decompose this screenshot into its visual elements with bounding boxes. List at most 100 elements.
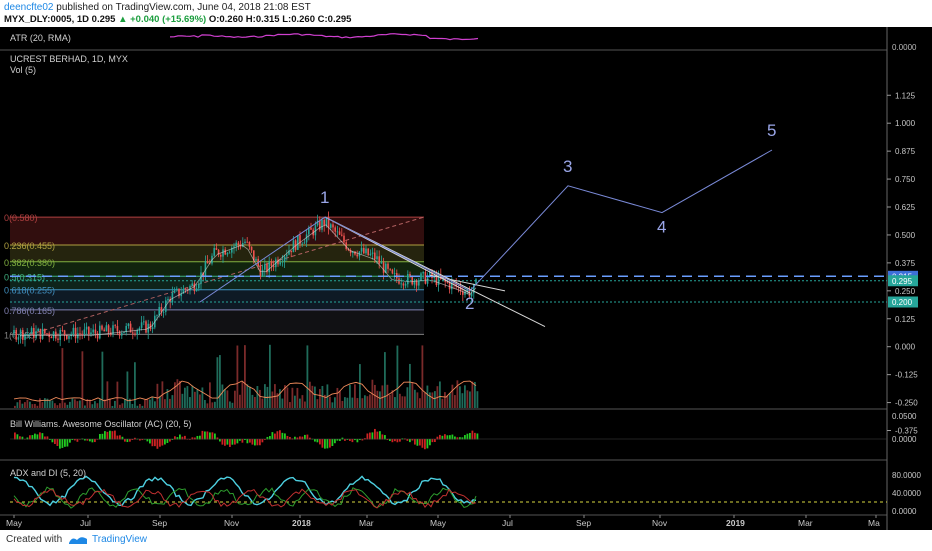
candle-body	[136, 330, 138, 335]
volume-bar	[384, 352, 386, 408]
volume-bar	[464, 385, 466, 408]
volume-bar	[421, 345, 424, 408]
volume-bar	[296, 387, 299, 408]
ao-bar	[226, 439, 229, 445]
volume-title: Vol (5)	[10, 65, 37, 75]
volume-bar	[321, 385, 324, 408]
candle-body	[270, 261, 273, 266]
adx-tick-label: 0.0000	[892, 507, 917, 516]
chart-canvas[interactable]: 0.0000 1.125 1.000 0.875 0.750 0.625 0.500 0.37…	[0, 27, 932, 530]
candle-body	[50, 336, 53, 339]
volume-bar	[189, 397, 191, 408]
volume-bar	[219, 355, 221, 408]
ao-bar	[214, 433, 216, 440]
volume-bar	[476, 391, 479, 408]
ao-bar	[414, 439, 416, 445]
candle-body	[184, 288, 187, 290]
volume-bar	[96, 403, 99, 408]
volume-bar	[466, 390, 469, 408]
ao-bar	[64, 439, 66, 447]
open-value: O:0.260	[208, 14, 244, 25]
volume-bar	[356, 398, 359, 408]
candle-body	[220, 254, 222, 257]
volume-bar	[164, 399, 166, 408]
volume-bar	[279, 389, 281, 408]
volume-bar	[301, 395, 304, 408]
candle-body	[68, 335, 70, 339]
volume-bar	[366, 396, 369, 408]
volume-bar	[406, 387, 409, 408]
candle-body	[244, 241, 246, 244]
volume-bar	[471, 381, 474, 408]
x-tick-label: 2019	[726, 518, 745, 528]
volume-bar	[379, 391, 381, 408]
volume-bar	[329, 396, 331, 408]
volume-bar	[246, 384, 249, 408]
volume-bar	[254, 396, 256, 408]
ao-bar	[469, 432, 471, 440]
ao-bar	[204, 431, 206, 440]
ao-bar	[394, 439, 396, 442]
ao-bar	[249, 439, 251, 443]
volume-bar	[311, 385, 314, 408]
chart-area[interactable]: 0.0000 1.125 1.000 0.875 0.750 0.625 0.500 0.37…	[0, 27, 932, 530]
volume-bar	[19, 399, 21, 408]
adx-line	[13, 475, 477, 507]
volume-bar	[331, 402, 334, 408]
volume-bar	[91, 404, 94, 408]
ao-tick-label: 0.0500	[892, 412, 917, 421]
candle-body	[46, 333, 48, 335]
volume-bar	[34, 403, 36, 408]
volume-bar	[461, 393, 464, 408]
symbol-line: MYX_DLY:0005, 1D 0.295 ▲ +0.040 (+15.69%…	[4, 14, 351, 25]
candle-body	[272, 265, 275, 268]
ao-bar	[126, 439, 129, 443]
candle-body	[26, 333, 28, 335]
ao-bar	[476, 433, 479, 440]
elliott-wave-label: 5	[767, 121, 776, 140]
candle-body	[99, 325, 101, 339]
volume-bar	[134, 362, 136, 408]
y-tick-label: 0.625	[895, 203, 916, 212]
candle-body	[246, 241, 248, 243]
volume-bar	[454, 395, 456, 408]
volume-bar	[199, 394, 201, 408]
volume-bar	[111, 405, 114, 408]
ao-bar	[379, 431, 381, 440]
candle-body	[59, 330, 61, 340]
volume-bar	[444, 392, 446, 408]
volume-bar	[396, 345, 399, 408]
x-tick-label: May	[430, 518, 447, 528]
candle-body	[301, 243, 303, 245]
ao-bar	[106, 431, 109, 440]
ao-bar	[351, 439, 354, 443]
volume-bar	[204, 400, 206, 408]
ao-bar	[334, 439, 336, 444]
candle-body	[28, 333, 31, 335]
candle-body	[33, 327, 35, 338]
volume-bar	[469, 391, 471, 408]
tradingview-brand[interactable]: TradingView	[92, 534, 147, 545]
x-tick-label: Nov	[224, 518, 240, 528]
volume-bar	[211, 402, 214, 408]
volume-bar	[196, 389, 199, 408]
ao-bar	[424, 439, 426, 450]
up-arrow-icon: ▲	[118, 14, 128, 25]
ao-bar	[429, 439, 431, 446]
candle-body	[363, 247, 365, 254]
volume-bar	[109, 398, 111, 408]
ao-bar	[339, 439, 341, 441]
candle-body	[55, 331, 57, 339]
volume-bar	[261, 398, 264, 408]
ao-bar	[34, 433, 36, 440]
author-link[interactable]: deencfte02	[4, 2, 54, 13]
ao-bar	[389, 439, 391, 441]
candle-body	[116, 326, 119, 332]
ao-bar	[166, 439, 169, 443]
created-with: Created with	[6, 534, 63, 545]
candle-body	[290, 250, 292, 253]
candle-body	[134, 333, 136, 335]
candle-body	[191, 283, 193, 286]
volume-bar	[256, 386, 259, 408]
ao-bar	[224, 439, 226, 446]
